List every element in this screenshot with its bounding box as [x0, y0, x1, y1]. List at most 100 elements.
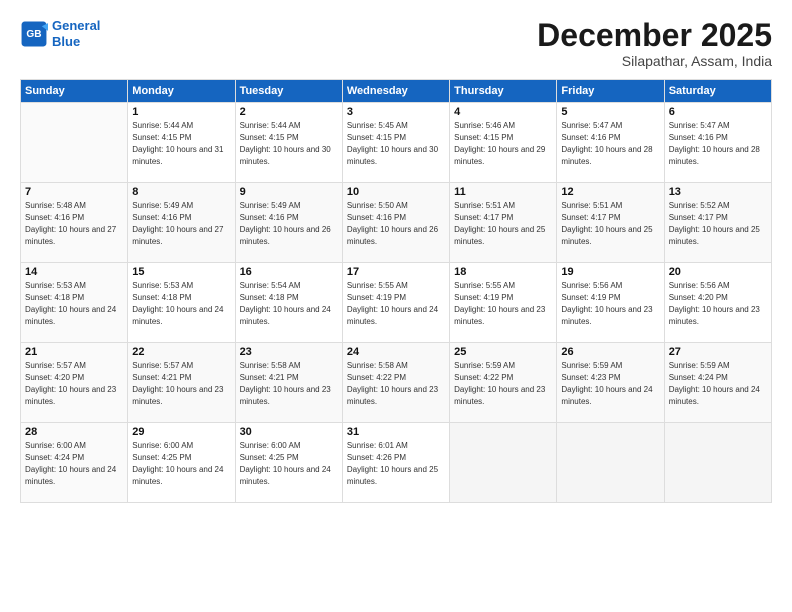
calendar-cell: 16Sunrise: 5:54 AMSunset: 4:18 PMDayligh… [235, 263, 342, 343]
svg-text:GB: GB [26, 29, 41, 40]
calendar-cell: 31 Sunrise: 6:01 AMSunset: 4:26 PMDayligh… [342, 423, 449, 503]
day-number: 16 [240, 266, 338, 278]
day-info: Sunrise: 5:58 AMSunset: 4:21 PMDaylight:… [240, 360, 338, 408]
day-info: Sunrise: 5:57 AMSunset: 4:20 PMDaylight:… [25, 360, 123, 408]
day-number: 31 [347, 426, 445, 438]
day-info: Sunrise: 5:50 AMSunset: 4:16 PMDaylight:… [347, 200, 445, 248]
calendar-cell: 29Sunrise: 6:00 AMSunset: 4:25 PMDayligh… [128, 423, 235, 503]
logo: GB General Blue [20, 18, 100, 49]
day-info: Sunrise: 5:44 AMSunset: 4:15 PMDaylight:… [240, 120, 338, 168]
day-number: 26 [561, 346, 659, 358]
day-number: 8 [132, 186, 230, 198]
day-info: Sunrise: 5:59 AMSunset: 4:24 PMDaylight:… [669, 360, 767, 408]
day-number: 5 [561, 106, 659, 118]
calendar-table: SundayMondayTuesdayWednesdayThursdayFrid… [20, 79, 772, 503]
calendar-week-row: 21 Sunrise: 5:57 AMSunset: 4:20 PMDayligh… [21, 343, 772, 423]
day-info: Sunrise: 5:44 AMSunset: 4:15 PMDaylight:… [132, 120, 230, 168]
calendar-cell: 1 Sunrise: 5:44 AMSunset: 4:15 PMDaylight… [128, 103, 235, 183]
calendar-cell [557, 423, 664, 503]
day-number: 13 [669, 186, 767, 198]
day-info: Sunrise: 5:56 AMSunset: 4:20 PMDaylight:… [669, 280, 767, 328]
day-info: Sunrise: 6:00 AMSunset: 4:25 PMDaylight:… [132, 440, 230, 488]
day-number: 9 [240, 186, 338, 198]
month-title: December 2025 [537, 18, 772, 53]
title-block: December 2025 Silapathar, Assam, India [537, 18, 772, 69]
day-info: Sunrise: 5:48 AMSunset: 4:16 PMDaylight:… [25, 200, 123, 248]
calendar-cell: 2 Sunrise: 5:44 AMSunset: 4:15 PMDaylight… [235, 103, 342, 183]
logo-icon: GB [20, 20, 48, 48]
calendar-cell: 25 Sunrise: 5:59 AMSunset: 4:22 PMDayligh… [450, 343, 557, 423]
day-number: 10 [347, 186, 445, 198]
col-header-wednesday: Wednesday [342, 80, 449, 103]
calendar-cell [664, 423, 771, 503]
day-info: Sunrise: 5:57 AMSunset: 4:21 PMDaylight:… [132, 360, 230, 408]
calendar-cell: 13Sunrise: 5:52 AMSunset: 4:17 PMDayligh… [664, 183, 771, 263]
col-header-thursday: Thursday [450, 80, 557, 103]
calendar-page: GB General Blue December 2025 Silapathar… [0, 0, 792, 612]
day-number: 25 [454, 346, 552, 358]
day-number: 20 [669, 266, 767, 278]
calendar-cell: 30 Sunrise: 6:00 AMSunset: 4:25 PMDayligh… [235, 423, 342, 503]
page-header: GB General Blue December 2025 Silapathar… [20, 18, 772, 69]
calendar-cell: 18 Sunrise: 5:55 AMSunset: 4:19 PMDayligh… [450, 263, 557, 343]
day-info: Sunrise: 5:47 AMSunset: 4:16 PMDaylight:… [561, 120, 659, 168]
day-number: 24 [347, 346, 445, 358]
day-info: Sunrise: 5:46 AMSunset: 4:15 PMDaylight:… [454, 120, 552, 168]
calendar-cell [21, 103, 128, 183]
day-info: Sunrise: 5:53 AMSunset: 4:18 PMDaylight:… [132, 280, 230, 328]
day-number: 30 [240, 426, 338, 438]
day-info: Sunrise: 6:00 AMSunset: 4:24 PMDaylight:… [25, 440, 123, 488]
calendar-cell: 21 Sunrise: 5:57 AMSunset: 4:20 PMDayligh… [21, 343, 128, 423]
day-number: 2 [240, 106, 338, 118]
day-number: 28 [25, 426, 123, 438]
day-number: 14 [25, 266, 123, 278]
day-number: 21 [25, 346, 123, 358]
calendar-cell: 5 Sunrise: 5:47 AMSunset: 4:16 PMDaylight… [557, 103, 664, 183]
day-info: Sunrise: 5:55 AMSunset: 4:19 PMDaylight:… [454, 280, 552, 328]
calendar-cell: 12Sunrise: 5:51 AMSunset: 4:17 PMDayligh… [557, 183, 664, 263]
day-info: Sunrise: 5:59 AMSunset: 4:22 PMDaylight:… [454, 360, 552, 408]
calendar-cell: 28 Sunrise: 6:00 AMSunset: 4:24 PMDayligh… [21, 423, 128, 503]
calendar-week-row: 28 Sunrise: 6:00 AMSunset: 4:24 PMDayligh… [21, 423, 772, 503]
calendar-cell: 11Sunrise: 5:51 AMSunset: 4:17 PMDayligh… [450, 183, 557, 263]
calendar-cell: 23 Sunrise: 5:58 AMSunset: 4:21 PMDayligh… [235, 343, 342, 423]
day-number: 23 [240, 346, 338, 358]
col-header-monday: Monday [128, 80, 235, 103]
calendar-cell: 9 Sunrise: 5:49 AMSunset: 4:16 PMDaylight… [235, 183, 342, 263]
calendar-header-row: SundayMondayTuesdayWednesdayThursdayFrid… [21, 80, 772, 103]
day-number: 12 [561, 186, 659, 198]
day-number: 19 [561, 266, 659, 278]
calendar-cell: 17 Sunrise: 5:55 AMSunset: 4:19 PMDayligh… [342, 263, 449, 343]
day-info: Sunrise: 5:45 AMSunset: 4:15 PMDaylight:… [347, 120, 445, 168]
calendar-cell: 3Sunrise: 5:45 AMSunset: 4:15 PMDaylight… [342, 103, 449, 183]
day-info: Sunrise: 5:53 AMSunset: 4:18 PMDaylight:… [25, 280, 123, 328]
calendar-week-row: 14 Sunrise: 5:53 AMSunset: 4:18 PMDayligh… [21, 263, 772, 343]
col-header-saturday: Saturday [664, 80, 771, 103]
calendar-cell: 24 Sunrise: 5:58 AMSunset: 4:22 PMDayligh… [342, 343, 449, 423]
day-number: 17 [347, 266, 445, 278]
calendar-cell: 19 Sunrise: 5:56 AMSunset: 4:19 PMDayligh… [557, 263, 664, 343]
day-info: Sunrise: 5:56 AMSunset: 4:19 PMDaylight:… [561, 280, 659, 328]
calendar-cell: 4Sunrise: 5:46 AMSunset: 4:15 PMDaylight… [450, 103, 557, 183]
calendar-cell: 14 Sunrise: 5:53 AMSunset: 4:18 PMDayligh… [21, 263, 128, 343]
day-number: 22 [132, 346, 230, 358]
day-number: 1 [132, 106, 230, 118]
calendar-cell: 10 Sunrise: 5:50 AMSunset: 4:16 PMDayligh… [342, 183, 449, 263]
col-header-tuesday: Tuesday [235, 80, 342, 103]
calendar-cell: 26 Sunrise: 5:59 AMSunset: 4:23 PMDayligh… [557, 343, 664, 423]
day-number: 15 [132, 266, 230, 278]
day-info: Sunrise: 6:01 AMSunset: 4:26 PMDaylight:… [347, 440, 445, 488]
day-info: Sunrise: 6:00 AMSunset: 4:25 PMDaylight:… [240, 440, 338, 488]
day-info: Sunrise: 5:49 AMSunset: 4:16 PMDaylight:… [132, 200, 230, 248]
day-info: Sunrise: 5:59 AMSunset: 4:23 PMDaylight:… [561, 360, 659, 408]
day-info: Sunrise: 5:58 AMSunset: 4:22 PMDaylight:… [347, 360, 445, 408]
col-header-sunday: Sunday [21, 80, 128, 103]
calendar-cell: 22 Sunrise: 5:57 AMSunset: 4:21 PMDayligh… [128, 343, 235, 423]
col-header-friday: Friday [557, 80, 664, 103]
calendar-cell: 7Sunrise: 5:48 AMSunset: 4:16 PMDaylight… [21, 183, 128, 263]
calendar-cell [450, 423, 557, 503]
day-number: 18 [454, 266, 552, 278]
day-info: Sunrise: 5:49 AMSunset: 4:16 PMDaylight:… [240, 200, 338, 248]
calendar-week-row: 7Sunrise: 5:48 AMSunset: 4:16 PMDaylight… [21, 183, 772, 263]
day-info: Sunrise: 5:55 AMSunset: 4:19 PMDaylight:… [347, 280, 445, 328]
